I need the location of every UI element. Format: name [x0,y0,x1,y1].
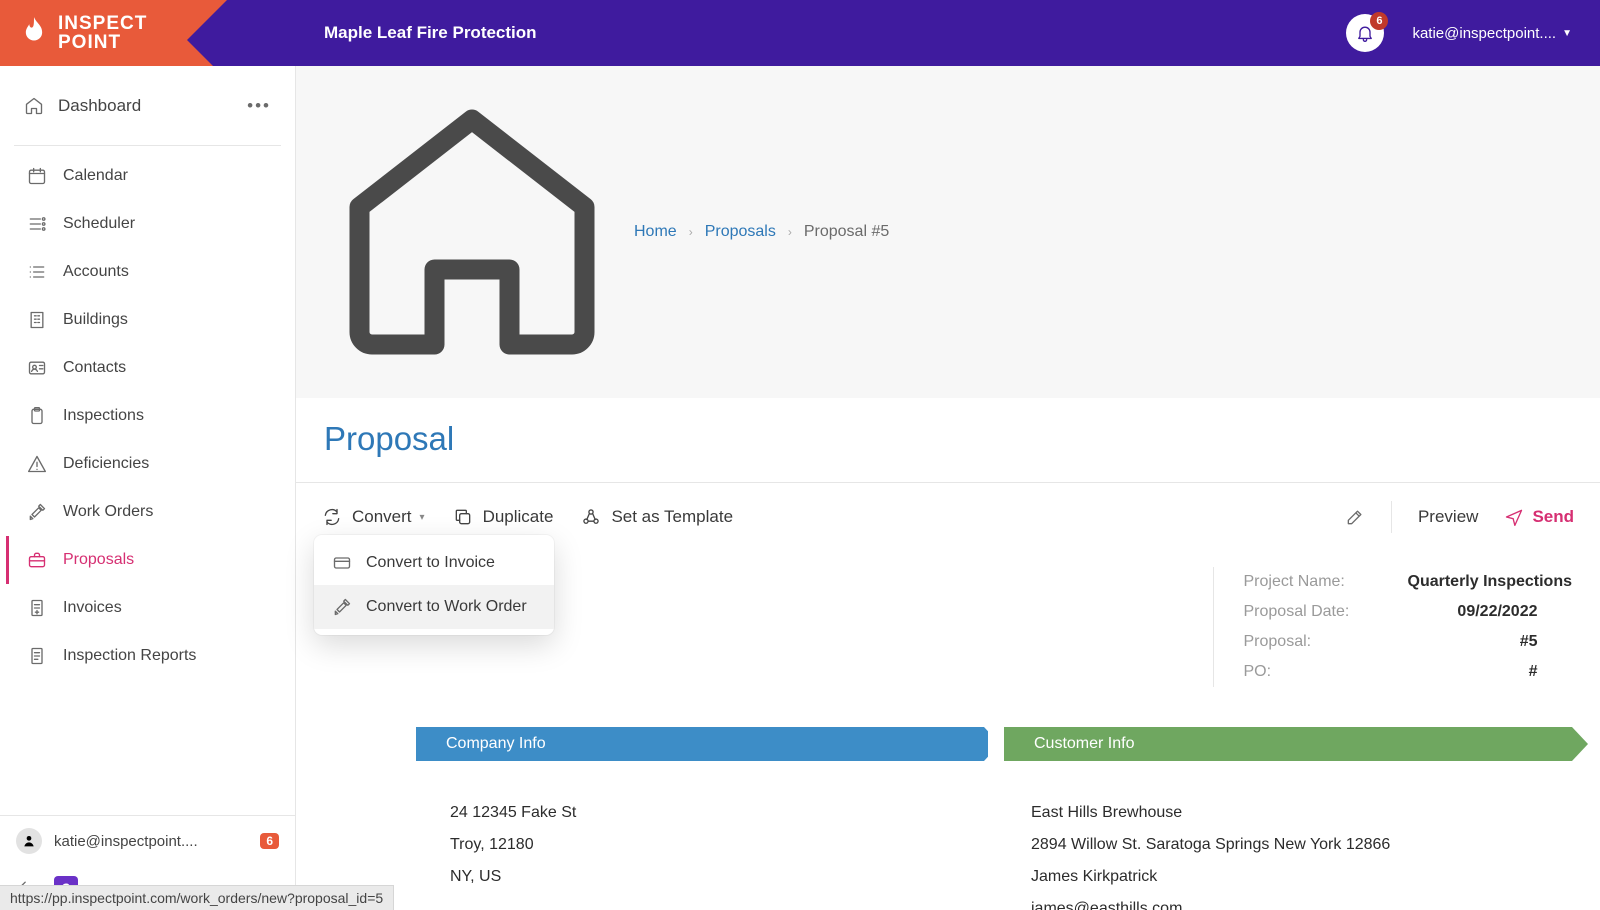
info-bands: Company Info Customer Info [416,727,1572,761]
company-info-line: 24 12345 Fake St [450,797,991,829]
convert-to-work-order[interactable]: Convert to Work Order [314,585,554,629]
scheduler-icon [27,214,47,234]
sidebar-item-label: Inspections [63,407,144,425]
sidebar-item-label: Accounts [63,263,129,281]
send-button[interactable]: Send [1504,507,1574,527]
card-icon [332,553,352,573]
company-info-band: Company Info [416,727,984,761]
customer-info: East Hills Brewhouse2894 Willow St. Sara… [1031,797,1572,910]
avatar-icon [16,828,42,854]
page-title: Proposal [296,398,1600,483]
breadcrumb-home-icon[interactable] [322,82,622,382]
edit-button[interactable] [1345,507,1365,527]
building-icon [27,310,47,330]
sidebar-item-accounts[interactable]: Accounts [6,248,289,296]
clipboard-icon [27,406,47,426]
sidebar-item-label: Calendar [63,167,128,185]
sidebar-dashboard-label: Dashboard [58,96,141,116]
user-email: katie@inspectpoint.... [1412,25,1556,42]
breadcrumb-home[interactable]: Home [634,223,677,241]
convert-to-invoice[interactable]: Convert to Invoice [314,541,554,585]
info-columns: 24 12345 Fake StTroy, 12180NY, US East H… [416,777,1572,910]
notif-count-badge: 6 [1370,12,1388,30]
invoice-icon [27,598,47,618]
preview-button[interactable]: Preview [1418,507,1478,527]
caret-down-icon: ▼ [1562,28,1572,39]
sidebar-item-inspections[interactable]: Inspections [6,392,289,440]
customer-info-band: Customer Info [1004,727,1572,761]
main: Home › Proposals › Proposal #5 Proposal … [296,66,1600,910]
notifications-button[interactable]: 6 [1346,14,1384,52]
report-icon [27,646,47,666]
sidebar-item-label: Deficiencies [63,455,149,473]
sidebar-item-label: Contacts [63,359,126,377]
send-icon [1504,507,1524,527]
sidebar-dashboard[interactable]: Dashboard ••• [14,82,281,131]
toolbar: Convert ▾ Duplicate Set as Template Prev… [296,483,1600,553]
sidebar-user-badge: 6 [260,833,279,849]
company-info: 24 12345 Fake StTroy, 12180NY, US [450,797,991,910]
home-icon [24,96,44,116]
brand-logo[interactable]: INSPECT POINT [0,0,296,66]
brand-line1: INSPECT [58,14,147,33]
set-template-button[interactable]: Set as Template [581,507,733,527]
template-icon [581,507,601,527]
contact-icon [27,358,47,378]
status-bar-url: https://pp.inspectpoint.com/work_orders/… [0,885,394,910]
breadcrumb-section[interactable]: Proposals [705,223,776,241]
sidebar-item-label: Inspection Reports [63,647,196,665]
sidebar-item-scheduler[interactable]: Scheduler [6,200,289,248]
alert-icon [27,454,47,474]
customer-info-line: james@easthills.com [1031,893,1572,910]
sidebar-item-label: Invoices [63,599,122,617]
user-menu[interactable]: katie@inspectpoint.... ▼ [1412,25,1572,42]
customer-info-line: James Kirkpatrick [1031,861,1572,893]
company-name: Maple Leaf Fire Protection [324,23,537,43]
sidebar-item-label: Proposals [63,551,134,569]
convert-button[interactable]: Convert ▾ [322,507,425,527]
sidebar-item-inspection-reports[interactable]: Inspection Reports [6,632,289,680]
sidebar-item-label: Buildings [63,311,128,329]
sidebar-item-contacts[interactable]: Contacts [6,344,289,392]
copy-icon [453,507,473,527]
convert-dropdown: Convert to Invoice Convert to Work Order [314,535,554,635]
list-icon [27,262,47,282]
sidebar-user[interactable]: katie@inspectpoint.... 6 [0,815,295,866]
sidebar: Dashboard ••• Calendar Scheduler Accounts B… [0,66,296,910]
sidebar-item-label: Work Orders [63,503,153,521]
sidebar-item-proposals[interactable]: Proposals [6,536,289,584]
refresh-icon [322,507,342,527]
more-icon[interactable]: ••• [247,96,271,116]
tools-icon [332,597,352,617]
company-info-line: Troy, 12180 [450,829,991,861]
chevron-down-icon: ▾ [420,512,425,523]
sidebar-user-label: katie@inspectpoint.... [54,833,198,850]
breadcrumb-current: Proposal #5 [804,223,889,241]
brand-line2: POINT [58,33,147,52]
sidebar-item-deficiencies[interactable]: Deficiencies [6,440,289,488]
sidebar-item-buildings[interactable]: Buildings [6,296,289,344]
duplicate-button[interactable]: Duplicate [453,507,554,527]
sidebar-item-label: Scheduler [63,215,135,233]
breadcrumb: Home › Proposals › Proposal #5 [296,66,1600,398]
flame-icon [20,16,48,50]
customer-info-line: 2894 Willow St. Saratoga Springs New Yor… [1031,829,1572,861]
calendar-icon [27,166,47,186]
sidebar-item-calendar[interactable]: Calendar [6,152,289,200]
tools-icon [27,502,47,522]
customer-info-line: East Hills Brewhouse [1031,797,1572,829]
proposal-meta: Project Name:Quarterly Inspections Propo… [416,553,1572,727]
sidebar-item-invoices[interactable]: Invoices [6,584,289,632]
briefcase-icon [27,550,47,570]
company-info-line: NY, US [450,861,991,893]
sidebar-item-work-orders[interactable]: Work Orders [6,488,289,536]
sidebar-nav: Calendar Scheduler Accounts Buildings Contac… [0,152,295,815]
